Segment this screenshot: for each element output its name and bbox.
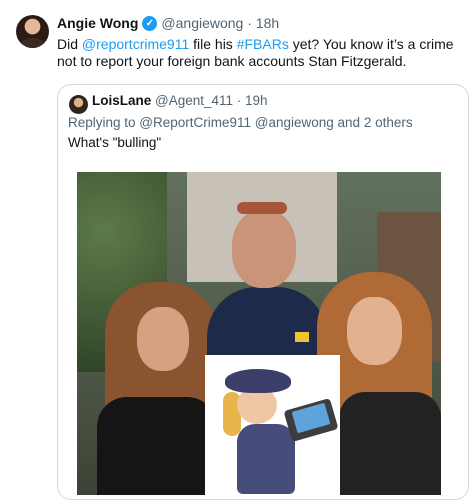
left-person-face [137, 307, 189, 371]
tweet-header: Angie Wong ✓ @angiewong · 18h [57, 15, 279, 31]
cartoon-coat [237, 424, 295, 494]
quoted-header: LoisLane @Agent_411 · 19h [92, 93, 268, 108]
verified-badge-icon: ✓ [142, 15, 158, 31]
tweet-text: Did @reportcrime911 file his #FBARs yet?… [57, 36, 457, 70]
sunglasses [237, 202, 287, 214]
quoted-handle-time: @Agent_411 · 19h [155, 93, 268, 108]
quoted-tweet-card[interactable]: LoisLane @Agent_411 · 19h Replying to @R… [57, 84, 469, 500]
mention-link[interactable]: @reportcrime911 [82, 36, 189, 52]
tweet-text-part: Did [57, 36, 82, 52]
hashtag-link[interactable]: #FBARs [237, 36, 289, 52]
quoted-avatar [69, 95, 88, 114]
shirt-logo [295, 332, 309, 342]
tweet-avatar[interactable] [16, 15, 49, 48]
right-person-face [347, 297, 402, 365]
right-person-body [339, 392, 441, 495]
quoted-author-name: LoisLane [92, 93, 152, 108]
cartoon-hat [225, 369, 291, 393]
quoted-text: What's "bulling" [68, 135, 162, 150]
center-person-head [232, 210, 296, 288]
tweet-author-name[interactable]: Angie Wong [57, 15, 138, 31]
left-person-body [97, 397, 217, 495]
quoted-image[interactable] [77, 172, 441, 495]
quoted-reply-line: Replying to @ReportCrime911 @angiewong a… [68, 115, 413, 130]
tweet-text-part: file his [189, 36, 237, 52]
tweet-handle-time[interactable]: @angiewong · 18h [161, 15, 279, 31]
